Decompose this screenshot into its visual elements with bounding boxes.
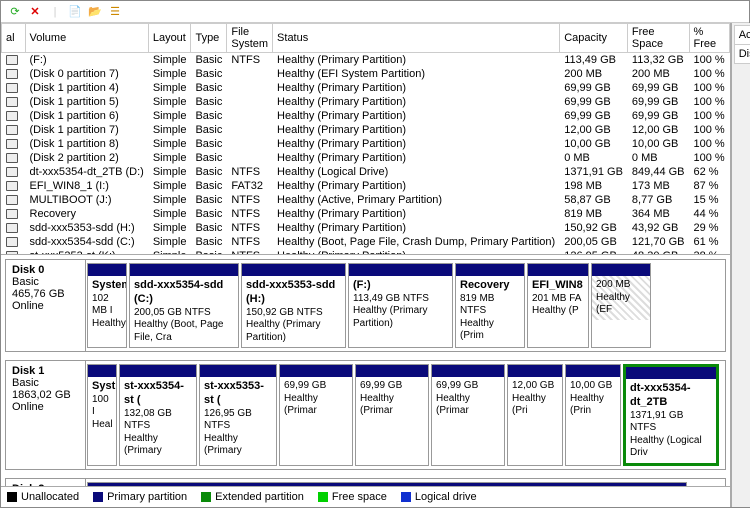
partition[interactable]: sdd-xxx5354-sdd (C:)200,05 GB NTFSHealth… — [129, 263, 239, 348]
table-row[interactable]: sdd-xxx5354-sdd (C:)SimpleBasicNTFSHealt… — [2, 235, 730, 249]
table-row[interactable]: (Disk 1 partition 7)SimpleBasicHealthy (… — [2, 123, 730, 137]
list-icon[interactable]: ☰ — [107, 4, 123, 20]
col-capacity[interactable]: Capacity — [560, 24, 628, 53]
volume-icon — [6, 153, 18, 163]
partition[interactable]: dt-xxx5354-dt_2TB1371,91 GB NTFSHealthy … — [623, 364, 719, 466]
actions-pane: Actio Disk — [731, 23, 750, 507]
table-row[interactable]: (Disk 1 partition 5)SimpleBasicHealthy (… — [2, 95, 730, 109]
volume-icon — [6, 181, 18, 191]
table-row[interactable]: sdd-xxx5353-sdd (H:)SimpleBasicNTFSHealt… — [2, 221, 730, 235]
volume-icon — [6, 209, 18, 219]
table-row[interactable]: (Disk 1 partition 6)SimpleBasicHealthy (… — [2, 109, 730, 123]
table-row[interactable]: (Disk 1 partition 4)SimpleBasicHealthy (… — [2, 81, 730, 95]
partition[interactable]: System102 MB IHealthy — [87, 263, 127, 348]
table-row[interactable]: (F:)SimpleBasicNTFSHealthy (Primary Part… — [2, 53, 730, 68]
volume-icon — [6, 83, 18, 93]
disk-row: Disk 1Basic1863,02 GBOnlineSyst100 IHeal… — [5, 360, 726, 470]
partition[interactable]: st-xxx5354-st (132,08 GB NTFSHealthy (Pr… — [119, 364, 197, 466]
col-filesystem[interactable]: File System — [227, 24, 273, 53]
toolbar: ⟳ ✕ | 📄 📂 ☰ — [1, 1, 749, 23]
col-al[interactable]: al — [2, 24, 26, 53]
open-icon[interactable]: 📂 — [87, 4, 103, 20]
volume-icon — [6, 125, 18, 135]
partition[interactable]: 69,99 GBHealthy (Primar — [355, 364, 429, 466]
legend-item: Unallocated — [7, 491, 79, 503]
legend-item: Logical drive — [401, 491, 477, 503]
disk-info[interactable]: Disk 1Basic1863,02 GBOnline — [6, 361, 86, 469]
partition[interactable]: 69,99 GBHealthy (Primar — [431, 364, 505, 466]
legend-item: Primary partition — [93, 491, 187, 503]
partition[interactable]: sdd-xxx5353-sdd (H:)150,92 GB NTFSHealth… — [241, 263, 346, 348]
actions-item[interactable]: Disk — [734, 45, 750, 64]
new-icon[interactable]: 📄 — [67, 4, 83, 20]
volume-icon — [6, 195, 18, 205]
refresh-icon[interactable]: ⟳ — [7, 4, 23, 20]
volume-icon — [6, 237, 18, 247]
col-status[interactable]: Status — [273, 24, 560, 53]
col-free[interactable]: % Free — [689, 24, 729, 53]
disk-graphical-view: Disk 0Basic465,76 GBOnlineSystem102 MB I… — [1, 255, 730, 507]
volume-icon — [6, 167, 18, 177]
partition[interactable]: EFI_WIN8201 MB FAHealthy (P — [527, 263, 589, 348]
volume-list[interactable]: alVolumeLayoutTypeFile SystemStatusCapac… — [1, 23, 730, 255]
partition[interactable]: 200 MBHealthy (EF — [591, 263, 651, 348]
volume-icon — [6, 69, 18, 79]
partition[interactable]: 12,00 GBHealthy (Pri — [507, 364, 563, 466]
partition[interactable]: Recovery819 MB NTFSHealthy (Prim — [455, 263, 525, 348]
disk-row: Disk 0Basic465,76 GBOnlineSystem102 MB I… — [5, 259, 726, 352]
close-icon[interactable]: ✕ — [27, 4, 43, 20]
legend-item: Extended partition — [201, 491, 304, 503]
table-row[interactable]: (Disk 2 partition 2)SimpleBasicHealthy (… — [2, 151, 730, 165]
volume-icon — [6, 55, 18, 65]
table-row[interactable]: EFI_WIN8_1 (I:)SimpleBasicFAT32Healthy (… — [2, 179, 730, 193]
legend-item: Free space — [318, 491, 387, 503]
volume-icon — [6, 111, 18, 121]
legend: Unallocated Primary partition Extended par… — [1, 486, 730, 507]
table-row[interactable]: (Disk 0 partition 7)SimpleBasicHealthy (… — [2, 67, 730, 81]
col-type[interactable]: Type — [191, 24, 227, 53]
disk-info[interactable]: Disk 0Basic465,76 GBOnline — [6, 260, 86, 351]
col-freespace[interactable]: Free Space — [627, 24, 689, 53]
col-layout[interactable]: Layout — [148, 24, 191, 53]
table-row[interactable]: dt-xxx5354-dt_2TB (D:)SimpleBasicNTFSHea… — [2, 165, 730, 179]
table-row[interactable]: (Disk 1 partition 8)SimpleBasicHealthy (… — [2, 137, 730, 151]
table-row[interactable]: RecoverySimpleBasicNTFSHealthy (Primary … — [2, 207, 730, 221]
actions-header: Actio — [734, 25, 750, 45]
partition[interactable]: (F:)113,49 GB NTFSHealthy (Primary Parti… — [348, 263, 453, 348]
volume-icon — [6, 223, 18, 233]
partition[interactable]: 10,00 GBHealthy (Prin — [565, 364, 621, 466]
partition[interactable]: 69,99 GBHealthy (Primar — [279, 364, 353, 466]
partition[interactable]: Syst100 IHeal — [87, 364, 117, 466]
table-row[interactable]: MULTIBOOT (J:)SimpleBasicNTFSHealthy (Ac… — [2, 193, 730, 207]
col-volume[interactable]: Volume — [25, 24, 148, 53]
volume-icon — [6, 139, 18, 149]
volume-icon — [6, 97, 18, 107]
separator: | — [47, 4, 63, 20]
partition[interactable]: st-xxx5353-st (126,95 GB NTFSHealthy (Pr… — [199, 364, 277, 466]
